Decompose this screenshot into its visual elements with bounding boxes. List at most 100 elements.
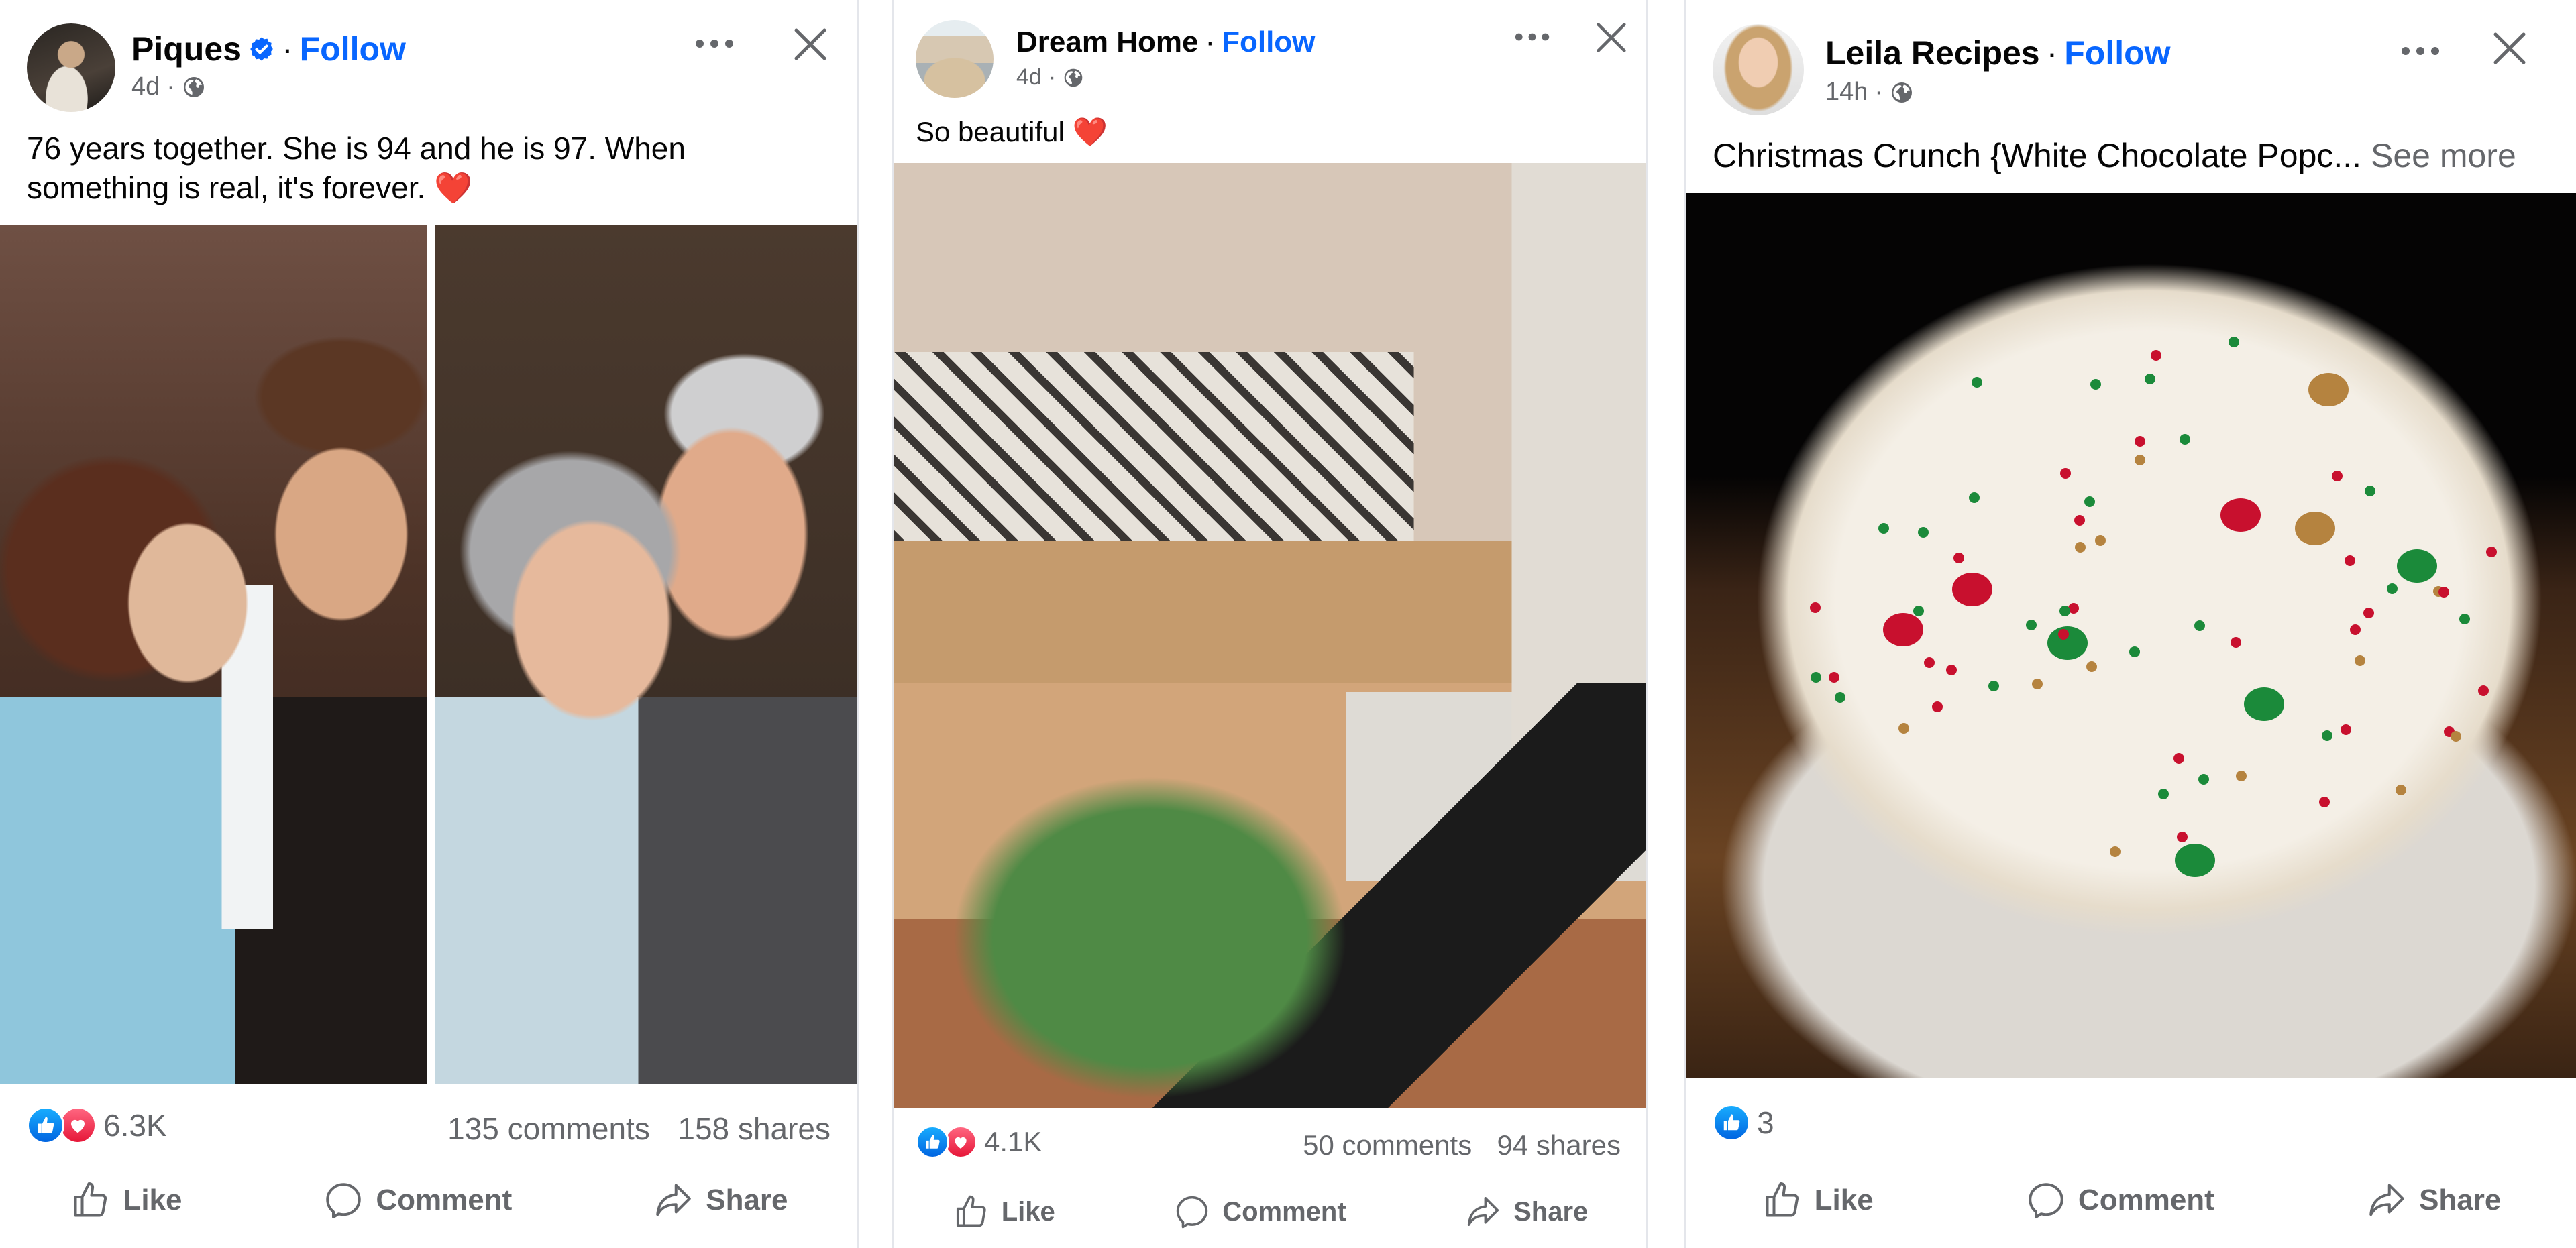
follow-button[interactable]: Follow — [300, 30, 406, 68]
post-time[interactable]: 4d — [131, 72, 160, 101]
engagement-stats: 135 comments 158 shares — [447, 1111, 830, 1147]
candy-decoration — [2397, 549, 2438, 583]
sprinkle-decoration — [2109, 846, 2121, 858]
more-dots-icon — [2402, 47, 2439, 55]
post-photo[interactable] — [894, 163, 1646, 1108]
comment-label: Comment — [2078, 1184, 2214, 1216]
author-name[interactable]: Piques — [131, 30, 241, 68]
sprinkle-decoration — [1809, 602, 1821, 614]
reaction-summary[interactable]: 4.1K — [916, 1125, 1042, 1159]
post-photo[interactable] — [1686, 193, 2576, 1078]
thumbs-up-icon — [956, 1195, 986, 1227]
shares-count[interactable]: 94 shares — [1497, 1129, 1621, 1161]
sprinkle-decoration — [2438, 586, 2449, 598]
sprinkle-decoration — [2235, 770, 2247, 781]
heart-emoji: ❤️ — [1072, 116, 1108, 148]
comment-button[interactable]: Comment — [1174, 1194, 1346, 1230]
candy-decoration — [2308, 373, 2349, 407]
separator: · — [281, 30, 293, 68]
sprinkle-decoration — [2059, 606, 2070, 617]
post-actions: Like Comment Share — [894, 1194, 1646, 1230]
globe-icon[interactable] — [182, 75, 206, 99]
hide-post-button[interactable] — [792, 25, 829, 63]
globe-icon[interactable] — [1890, 80, 1914, 105]
share-button[interactable]: Share — [2367, 1180, 2501, 1221]
love-reaction-icon — [59, 1107, 97, 1144]
sprinkle-decoration — [2135, 436, 2146, 447]
comments-count[interactable]: 50 comments — [1303, 1129, 1472, 1161]
sprinkle-decoration — [1829, 672, 1840, 683]
reaction-count: 4.1K — [984, 1126, 1042, 1157]
sprinkle-decoration — [2340, 724, 2351, 735]
post-photo-after[interactable] — [435, 225, 857, 1084]
like-reaction-icon — [27, 1107, 64, 1144]
like-button[interactable]: Like — [953, 1194, 1055, 1230]
see-more-link[interactable]: See more — [2371, 137, 2516, 174]
sprinkle-decoration — [2345, 555, 2356, 567]
sprinkle-decoration — [1878, 522, 1890, 534]
separator: · — [2046, 34, 2058, 72]
sprinkle-decoration — [1811, 672, 1822, 683]
sprinkle-decoration — [2363, 608, 2374, 619]
share-arrow-icon — [656, 1184, 691, 1216]
candy-decoration — [2244, 687, 2285, 721]
sprinkle-decoration — [1945, 665, 1957, 676]
more-options-button[interactable] — [691, 27, 738, 60]
avatar[interactable] — [1713, 24, 1804, 115]
sprinkle-decoration — [2074, 514, 2085, 526]
comment-label: Comment — [1222, 1196, 1346, 1227]
comment-button[interactable]: Comment — [2026, 1180, 2214, 1221]
comment-button[interactable]: Comment — [323, 1180, 512, 1221]
avatar[interactable] — [916, 20, 994, 98]
sprinkle-decoration — [2229, 337, 2240, 348]
author-name[interactable]: Dream Home — [1016, 25, 1198, 59]
sprinkle-decoration — [2158, 789, 2169, 800]
sprinkle-decoration — [2386, 583, 2398, 594]
share-arrow-icon — [1467, 1196, 1499, 1226]
post-meta: 4d · — [131, 72, 206, 101]
post-time[interactable]: 14h — [1825, 78, 1868, 107]
sprinkle-decoration — [2450, 731, 2461, 742]
like-label: Like — [1001, 1196, 1055, 1227]
sprinkle-decoration — [2058, 628, 2070, 640]
reaction-summary[interactable]: 3 — [1713, 1104, 1774, 1141]
caption-text: So beautiful — [916, 116, 1065, 148]
post-time[interactable]: 4d — [1016, 64, 1042, 91]
share-button[interactable]: Share — [1465, 1194, 1588, 1230]
post-photo-before[interactable] — [0, 225, 427, 1084]
globe-icon[interactable] — [1063, 67, 1084, 89]
post-caption: Christmas Crunch {White Chocolate Popc..… — [1713, 134, 2516, 177]
follow-button[interactable]: Follow — [1222, 25, 1315, 59]
sprinkle-decoration — [2350, 624, 2361, 636]
engagement-stats: 50 comments 94 shares — [1303, 1129, 1621, 1161]
sprinkle-decoration — [2090, 378, 2102, 390]
separator: · — [1205, 25, 1216, 58]
post-card: Piques · Follow 4d · 76 years together. … — [0, 0, 859, 1248]
post-header: Leila Recipes · Follow — [1825, 34, 2171, 72]
sprinkle-decoration — [2322, 730, 2333, 741]
comments-count[interactable]: 135 comments — [447, 1111, 650, 1146]
avatar[interactable] — [27, 23, 115, 112]
hide-post-button[interactable] — [1594, 20, 1629, 55]
sprinkle-decoration — [1969, 492, 1980, 503]
more-options-button[interactable] — [1511, 22, 1554, 52]
like-button[interactable]: Like — [1762, 1180, 1874, 1221]
sprinkle-decoration — [1953, 553, 1964, 564]
reaction-summary[interactable]: 6.3K — [27, 1107, 167, 1144]
follow-button[interactable]: Follow — [2064, 34, 2170, 72]
shares-count[interactable]: 158 shares — [678, 1111, 830, 1146]
candy-decoration — [2220, 498, 2261, 532]
post-meta: 4d · — [1016, 64, 1084, 91]
hide-post-button[interactable] — [2491, 30, 2528, 67]
more-options-button[interactable] — [2397, 35, 2444, 67]
author-name[interactable]: Leila Recipes — [1825, 34, 2040, 72]
separator: · — [1048, 64, 1057, 90]
comment-label: Comment — [376, 1184, 513, 1216]
sprinkle-decoration — [2025, 620, 2037, 631]
sprinkle-decoration — [1988, 680, 1999, 691]
share-button[interactable]: Share — [653, 1180, 788, 1221]
sprinkle-decoration — [1972, 377, 1983, 388]
sprinkle-decoration — [2198, 773, 2209, 785]
share-label: Share — [1513, 1196, 1589, 1227]
like-button[interactable]: Like — [70, 1180, 182, 1221]
